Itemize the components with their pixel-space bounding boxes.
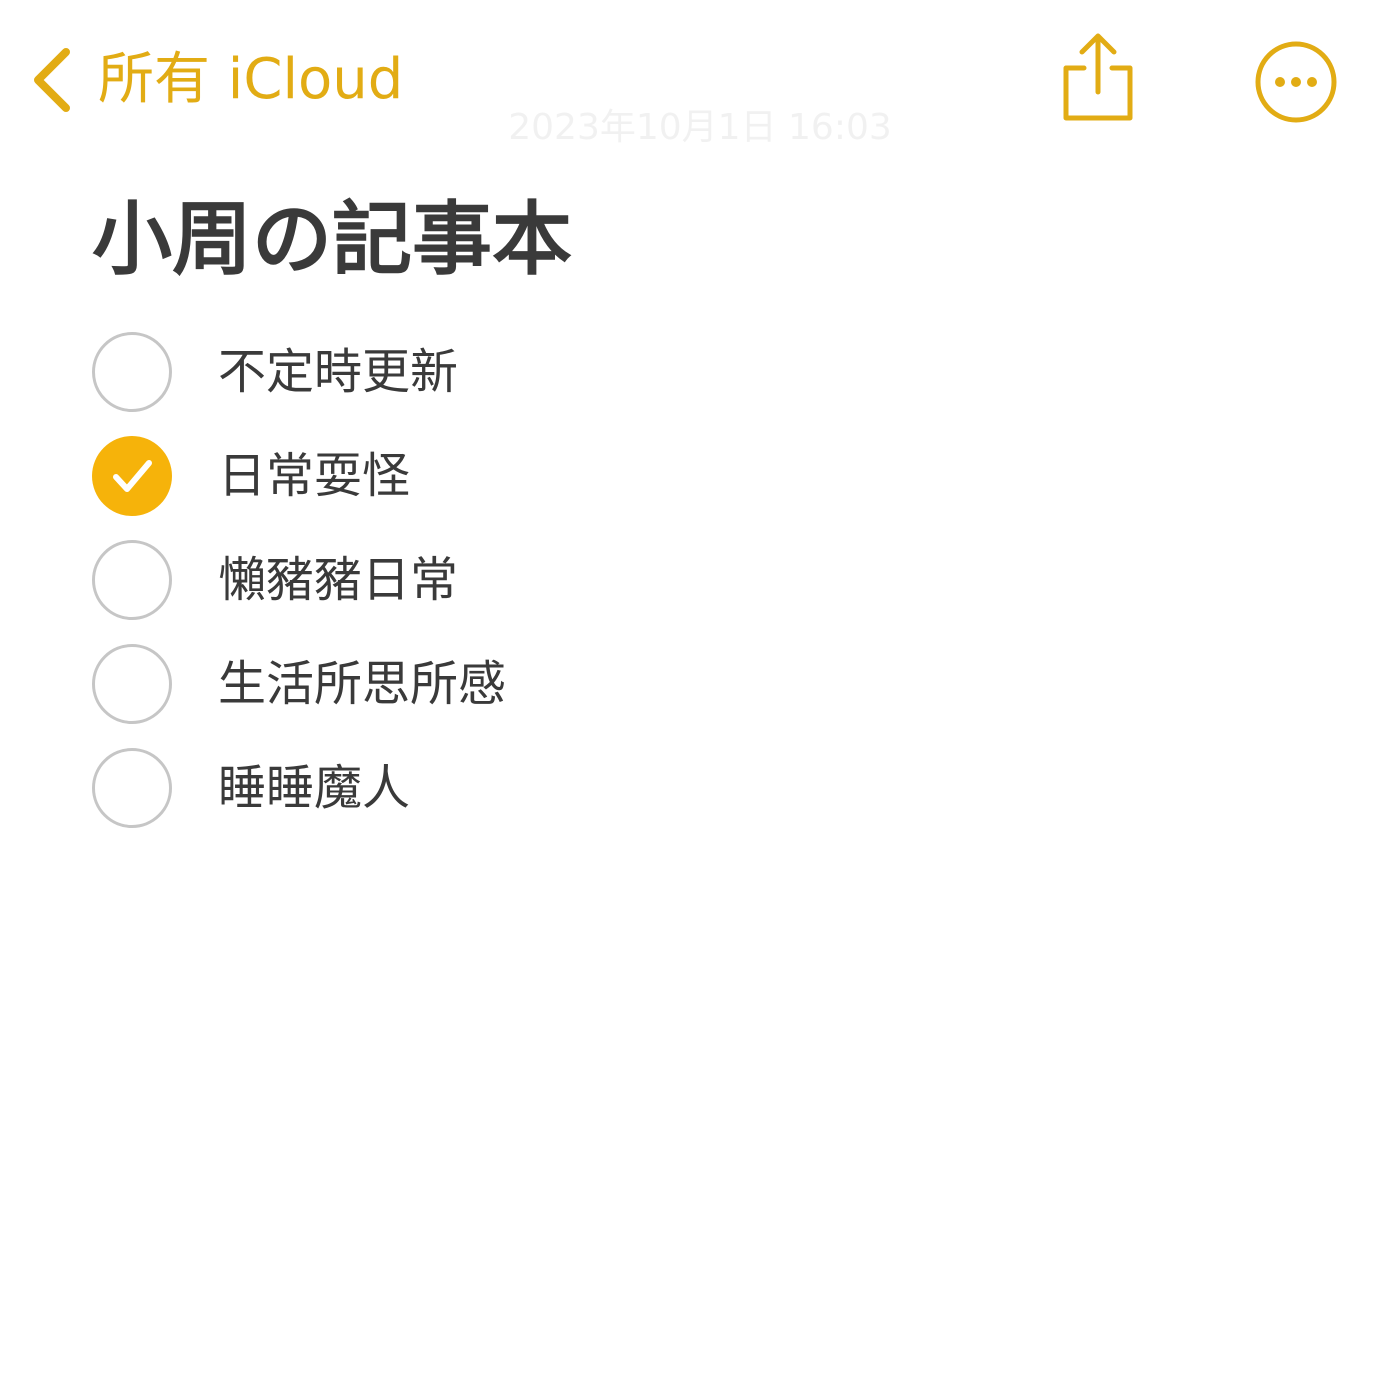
- checklist-item-label: 不定時更新: [218, 344, 459, 400]
- unchecked-circle-icon[interactable]: [92, 332, 172, 412]
- checklist-item-label: 日常耍怪: [218, 448, 411, 504]
- checklist-item[interactable]: 懶豬豬日常: [92, 528, 506, 632]
- checklist-item[interactable]: 不定時更新: [92, 320, 506, 424]
- checkmark-icon: [113, 460, 152, 492]
- unchecked-circle-icon[interactable]: [92, 540, 172, 620]
- checklist-item-label: 睡睡魔人: [218, 760, 411, 816]
- back-button-label: 所有 iCloud: [98, 47, 404, 112]
- checklist: 不定時更新 日常耍怪 懶豬豬日常 生活所思所感 睡睡魔人: [92, 320, 506, 840]
- unchecked-circle-icon[interactable]: [92, 644, 172, 724]
- note-timestamp: 2023年10月1日 16:03: [508, 107, 892, 148]
- checklist-item[interactable]: 睡睡魔人: [92, 736, 506, 840]
- chevron-left-icon: [34, 48, 70, 112]
- unchecked-circle-icon[interactable]: [92, 748, 172, 828]
- checkmark-circle-icon[interactable]: [92, 436, 172, 516]
- note-title[interactable]: 小周の記事本: [92, 196, 572, 284]
- checklist-item[interactable]: 日常耍怪: [92, 424, 506, 528]
- checklist-item-label: 生活所思所感: [218, 656, 507, 712]
- checklist-item[interactable]: 生活所思所感: [92, 632, 506, 736]
- checklist-item-label: 懶豬豬日常: [218, 552, 459, 608]
